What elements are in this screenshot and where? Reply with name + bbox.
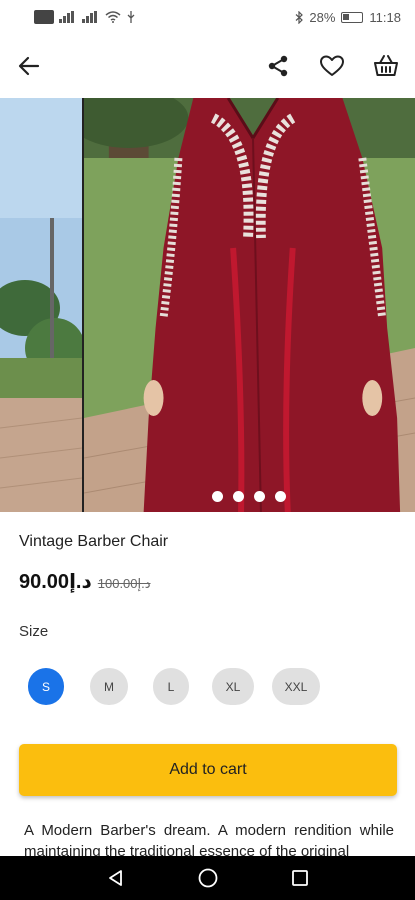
signal-icon	[59, 11, 77, 23]
signal-icon-2	[82, 11, 100, 23]
app-bar	[0, 34, 415, 98]
size-option-m[interactable]: M	[90, 668, 128, 705]
size-selector: S M L XL XXL	[0, 668, 415, 706]
size-option-xxl[interactable]: XXL	[272, 668, 320, 705]
back-button[interactable]	[14, 51, 44, 81]
product-image-main	[82, 98, 415, 512]
status-icons-right: 28% 11:18	[295, 10, 401, 25]
size-option-l[interactable]: L	[153, 668, 189, 705]
size-option-s[interactable]: S	[28, 668, 64, 705]
size-label: Size	[19, 623, 49, 640]
carousel-indicator	[0, 491, 415, 502]
back-triangle-icon[interactable]	[106, 868, 126, 888]
recents-square-icon[interactable]	[290, 868, 310, 888]
basket-icon	[374, 55, 398, 76]
heart-icon	[320, 55, 344, 76]
product-old-price: 100.00د.إ	[97, 576, 151, 591]
product-price: 90.00د.إ	[19, 571, 92, 593]
product-image-previous	[0, 98, 82, 512]
cart-button[interactable]	[371, 51, 401, 81]
carousel-dot[interactable]	[211, 491, 223, 502]
share-button[interactable]	[263, 51, 293, 81]
usb-icon	[127, 11, 135, 23]
size-option-xl[interactable]: XL	[212, 668, 254, 705]
status-icons-left	[34, 10, 136, 24]
battery-icon	[341, 11, 364, 23]
carousel-dot[interactable]	[232, 491, 244, 502]
sim-icon	[34, 10, 54, 24]
system-navigation-bar	[0, 856, 415, 900]
share-icon	[268, 55, 288, 77]
carousel-dot[interactable]	[253, 491, 265, 502]
product-title: Vintage Barber Chair	[19, 533, 169, 550]
status-bar: 28% 11:18	[0, 0, 415, 34]
price-row: 90.00د.إ 100.00د.إ	[19, 569, 151, 594]
product-description: A Modern Barber's dream. A modern rendit…	[24, 822, 394, 856]
wifi-icon	[105, 11, 121, 23]
arrow-left-icon	[18, 56, 40, 76]
home-circle-icon[interactable]	[197, 867, 219, 889]
favorite-button[interactable]	[317, 51, 347, 81]
battery-percent: 28%	[309, 9, 336, 25]
add-to-cart-button[interactable]: Add to cart	[19, 744, 397, 796]
clock: 11:18	[369, 9, 401, 25]
carousel-dot[interactable]	[274, 491, 286, 502]
app-bar-actions	[263, 51, 401, 81]
bluetooth-icon	[295, 10, 304, 24]
product-image-carousel[interactable]	[0, 98, 415, 512]
